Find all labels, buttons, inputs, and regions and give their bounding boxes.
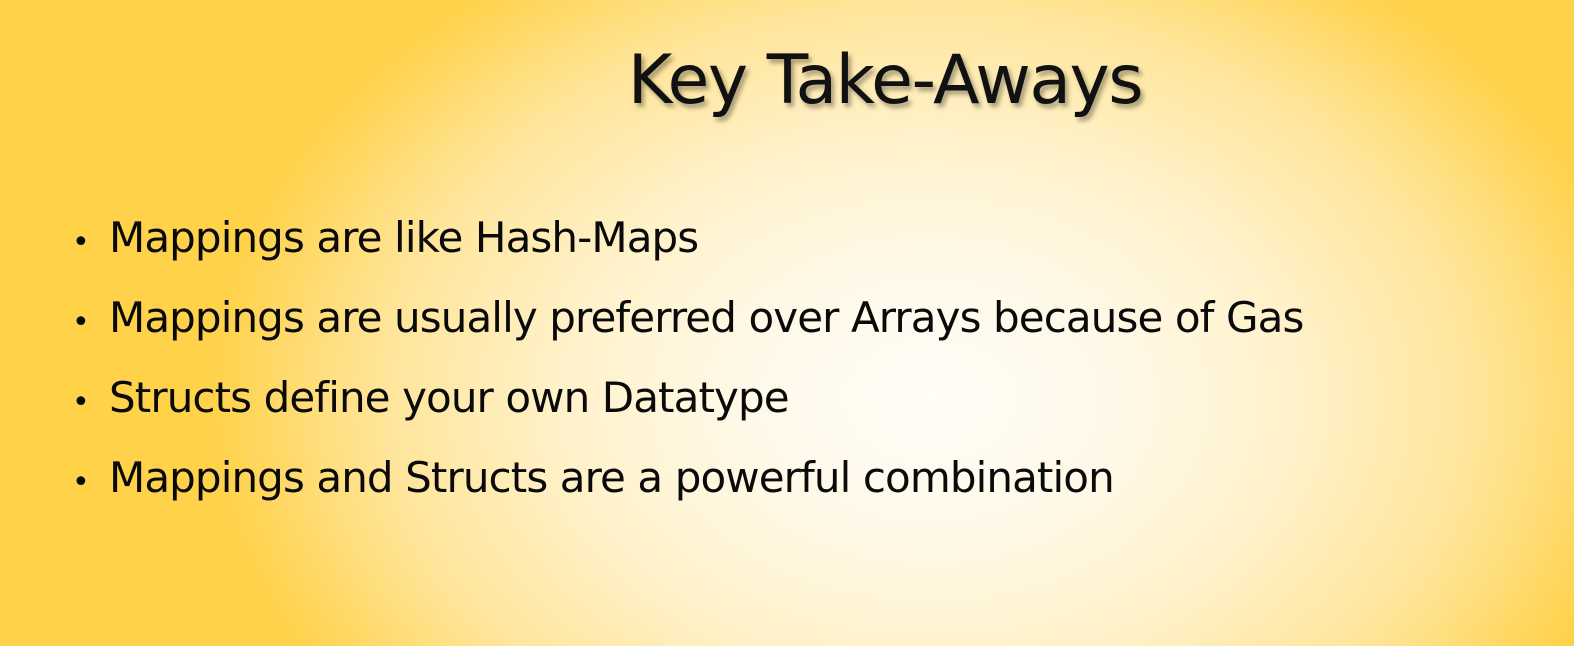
bullet-item-2: • Mappings are usually preferred over Ar…	[72, 293, 1512, 373]
bullet-text-1: Mappings are like Hash-Maps	[109, 213, 699, 262]
bullet-icon: •	[72, 305, 90, 340]
presentation-slide: Key Take-Aways • Mappings are like Hash-…	[0, 0, 1574, 646]
bullet-item-4: • Mappings and Structs are a powerful co…	[72, 453, 1512, 533]
bullet-text-2: Mappings are usually preferred over Arra…	[109, 293, 1304, 342]
bullet-text-3: Structs define your own Datatype	[109, 373, 790, 422]
bullet-list: • Mappings are like Hash-Maps • Mappings…	[72, 213, 1512, 533]
bullet-icon: •	[72, 465, 90, 500]
bullet-item-3: • Structs define your own Datatype	[72, 373, 1512, 453]
bullet-icon: •	[72, 385, 90, 420]
bullet-text-4: Mappings and Structs are a powerful comb…	[109, 453, 1115, 502]
bullet-icon: •	[72, 225, 90, 260]
bullet-item-1: • Mappings are like Hash-Maps	[72, 213, 1512, 293]
slide-title: Key Take-Aways	[627, 41, 1144, 120]
